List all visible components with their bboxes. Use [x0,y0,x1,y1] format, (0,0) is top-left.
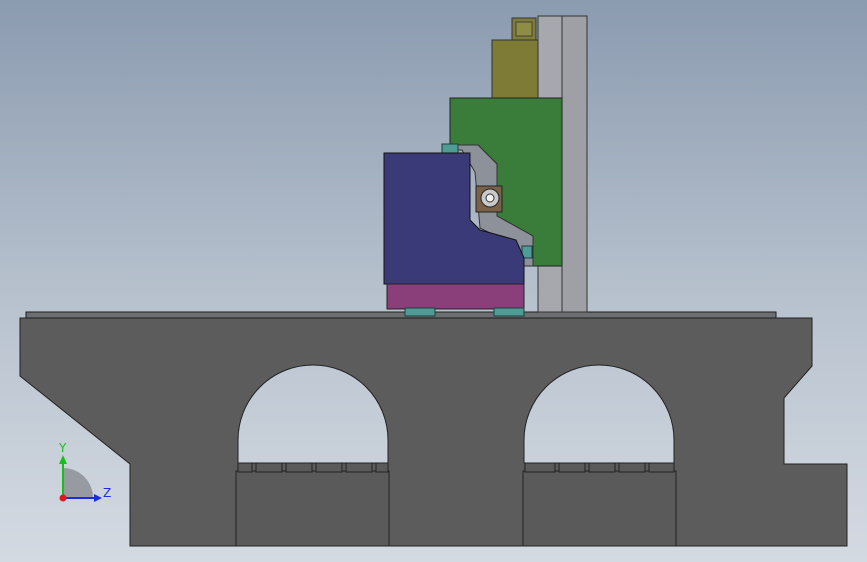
bed-recess-left [235,470,390,547]
triad-origin [59,494,67,502]
spindle-motor[interactable] [491,39,539,99]
spindle-center [485,193,495,203]
axis-triad [59,455,102,502]
bed-guide-block-right[interactable] [493,307,525,317]
machine-bed-base[interactable] [19,317,848,547]
motor-cap-inner [515,21,533,37]
z-axis-arrow [94,494,102,502]
bed-recess-right [522,470,677,547]
z-axis-label: Z [103,486,112,500]
y-axis-label: Y [59,441,67,455]
cad-viewport[interactable]: Y Z [0,0,867,562]
recess-teeth-right [524,462,675,473]
y-axis-arrow [59,455,67,464]
machine-assembly-drawing[interactable] [0,0,867,562]
worktable-base[interactable] [386,283,525,310]
bed-top-plate[interactable] [25,311,777,319]
bed-guide-block-left[interactable] [404,307,436,317]
guide-block-upper[interactable] [441,143,459,154]
column-right-rail[interactable] [561,15,588,313]
triad-quadrant [63,468,93,498]
